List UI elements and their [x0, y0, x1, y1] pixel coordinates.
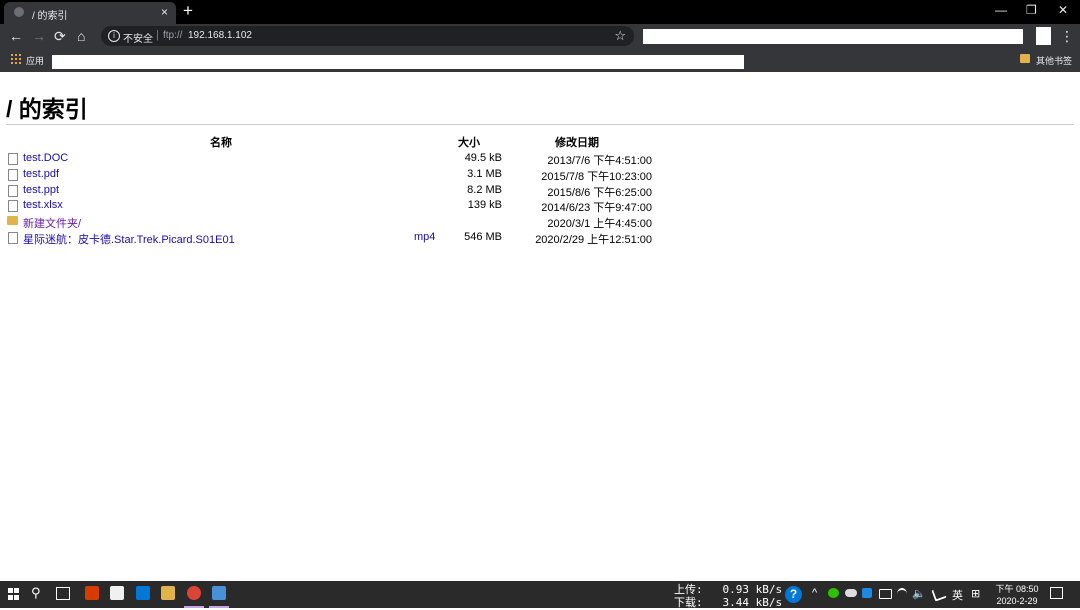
file-date: 2014/6/23 下午9:47:00	[541, 202, 652, 215]
file-row: test.DOC 49.5 kB 2013/7/6 下午4:51:00	[0, 152, 680, 168]
file-explorer-icon[interactable]	[161, 586, 175, 600]
page-content: / 的索引 名称 大小 修改日期 test.DOC 49.5 kB 2013/7/6…	[0, 72, 1080, 581]
forward-button[interactable]: →	[32, 28, 46, 44]
file-size: 49.5 kB	[464, 152, 502, 164]
ime-mode-icon[interactable]: ⊞	[971, 587, 980, 600]
file-icon	[8, 153, 18, 165]
search-icon[interactable]: ⚲	[31, 585, 41, 601]
file-size: 8.2 MB	[467, 183, 502, 196]
restore-button[interactable]: ❐	[1026, 3, 1037, 17]
tab-close-button[interactable]: ×	[161, 5, 168, 19]
browser-tab[interactable]: / 的索引 ×	[4, 2, 176, 24]
url-scheme: ftp://	[163, 30, 183, 41]
apps-bookmark[interactable]: 应用	[26, 54, 44, 67]
file-link[interactable]: test.DOC	[23, 152, 68, 164]
home-button[interactable]: ⌂	[77, 28, 85, 44]
bookmarks-strip[interactable]	[52, 55, 744, 69]
help-icon[interactable]: ?	[785, 586, 802, 603]
file-row: test.ppt 8.2 MB 2015/8/6 下午6:25:00	[0, 184, 680, 200]
minimize-button[interactable]: —	[995, 3, 1007, 17]
reload-button[interactable]: ⟳	[54, 28, 66, 45]
clock[interactable]: 下午 08:50 2020-2-29	[990, 583, 1044, 607]
column-header-name[interactable]: 名称	[210, 134, 232, 150]
column-header-size[interactable]: 大小	[458, 134, 480, 150]
file-extension-link[interactable]: mp4	[414, 231, 435, 243]
apps-grid-icon[interactable]	[11, 54, 21, 64]
info-icon[interactable]: i	[108, 30, 120, 42]
wechat-tray-icon[interactable]	[828, 588, 839, 598]
file-row: test.xlsx 139 kB 2014/6/23 下午9:47:00	[0, 199, 680, 215]
file-link[interactable]: test.ppt	[23, 184, 59, 196]
tab-title: / 的索引	[32, 11, 68, 22]
file-date: 2015/8/6 下午6:25:00	[547, 186, 652, 199]
divider	[6, 124, 1074, 125]
clock-time: 下午 08:50	[995, 584, 1039, 594]
file-icon	[8, 200, 18, 213]
file-date: 2020/3/1 上午4:45:00	[547, 218, 652, 231]
chrome-app-icon[interactable]	[187, 586, 201, 600]
security-label: 不安全	[123, 34, 153, 45]
taskbar: ⚲ 上传: 0.93 kB/s 下载: 3.44 kB/s ? ^ 🔈 英 ⊞ …	[0, 581, 1080, 609]
extension-bar[interactable]	[643, 29, 1023, 44]
folder-icon	[1020, 54, 1030, 63]
file-icon	[8, 232, 18, 244]
file-icon	[8, 184, 18, 197]
bookmark-star-icon[interactable]: ☆	[614, 28, 626, 44]
file-size: 139 kB	[467, 199, 502, 212]
column-header-date[interactable]: 修改日期	[555, 134, 599, 150]
tab-strip: / 的索引 × + — ❐ ✕	[0, 0, 1080, 24]
battery-tray-icon[interactable]	[879, 589, 892, 599]
windows-start-icon[interactable]	[8, 588, 20, 600]
task-view-icon[interactable]	[56, 587, 70, 600]
cloud-tray-icon[interactable]	[845, 589, 857, 597]
store-app-icon[interactable]	[110, 586, 124, 600]
file-link[interactable]: 新建文件夹/	[23, 215, 81, 231]
file-date: 2015/7/8 下午10:23:00	[541, 170, 652, 183]
address-bar[interactable]: i 不安全 | ftp:// 192.168.1.102 ☆	[101, 26, 634, 46]
globe-icon	[14, 7, 24, 17]
address-separator: |	[156, 29, 159, 41]
wifi-tray-icon[interactable]	[897, 588, 907, 600]
file-row: 新建文件夹/2020/3/1 上午4:45:00	[0, 215, 680, 231]
office-app-icon[interactable]	[85, 586, 99, 600]
extension-button[interactable]	[1036, 27, 1051, 45]
new-tab-button[interactable]: +	[183, 1, 193, 21]
window-close-button[interactable]: ✕	[1058, 3, 1068, 17]
volume-icon[interactable]: 🔈	[912, 587, 926, 600]
file-date: 2020/2/29 上午12:51:00	[535, 234, 652, 246]
notification-icon[interactable]	[1050, 587, 1063, 599]
network-tool-icon[interactable]	[212, 586, 226, 600]
clock-date: 2020-2-29	[996, 596, 1038, 606]
other-bookmarks[interactable]: 其他书签	[1036, 54, 1072, 67]
file-link[interactable]: test.xlsx	[23, 199, 63, 211]
file-link[interactable]: 星际迷航：皮卡德.Star.Trek.Picard.S01E01	[23, 231, 235, 247]
file-size: 3.1 MB	[467, 167, 502, 180]
file-row: test.pdf 3.1 MB 2015/7/8 下午10:23:00	[0, 168, 680, 184]
file-row: 星际迷航：皮卡德.Star.Trek.Picard.S01E01 mp4 546 M…	[0, 231, 680, 247]
page-title: / 的索引	[6, 96, 88, 122]
file-link[interactable]: test.pdf	[23, 168, 59, 180]
back-button[interactable]: ←	[9, 28, 23, 44]
mail-app-icon[interactable]	[136, 586, 150, 600]
bluetooth-tray-icon[interactable]	[862, 588, 872, 598]
url-host: 192.168.1.102	[188, 30, 252, 41]
file-size: 546 MB	[464, 231, 502, 243]
file-date: 2013/7/6 下午4:51:00	[547, 155, 652, 167]
ime-language[interactable]: 英	[952, 587, 963, 603]
folder-icon	[7, 216, 18, 226]
file-icon	[8, 168, 18, 181]
browser-toolbar: ← → ⟳ ⌂ i 不安全 | ftp:// 192.168.1.102 ☆ ⋮	[0, 24, 1080, 49]
pen-tray-icon[interactable]	[931, 586, 947, 602]
browser-menu-button[interactable]: ⋮	[1060, 28, 1074, 45]
tray-caret-icon[interactable]: ^	[812, 587, 817, 599]
